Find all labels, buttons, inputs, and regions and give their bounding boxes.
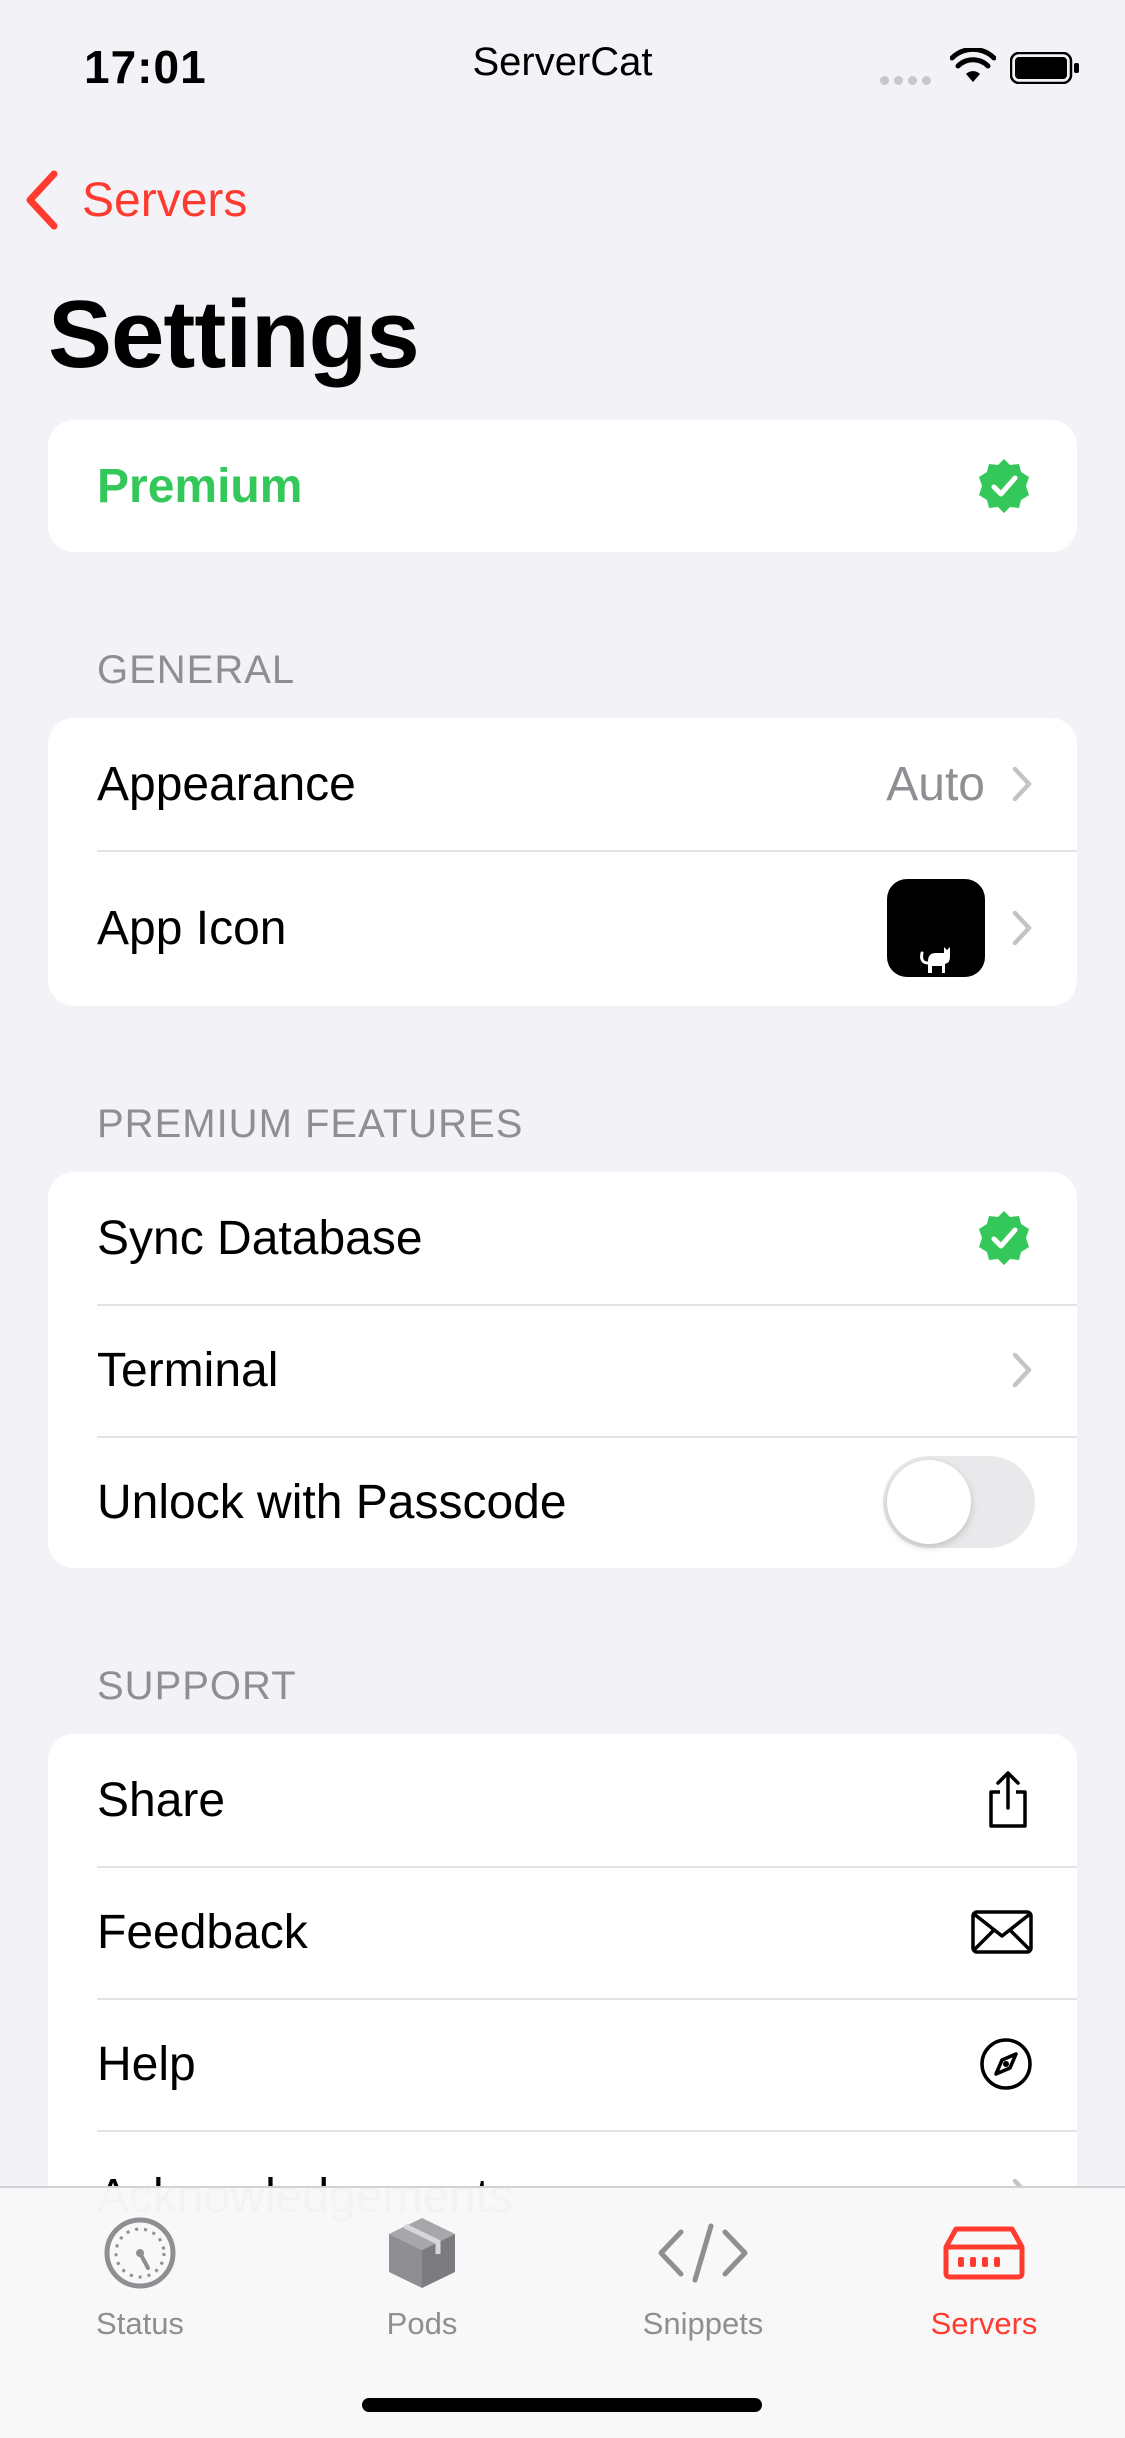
passcode-label: Unlock with Passcode: [97, 1475, 567, 1529]
appearance-value: Auto: [886, 757, 985, 811]
chevron-left-icon: [26, 170, 58, 230]
section-header-support: SUPPORT: [97, 1664, 297, 1708]
share-label: Share: [97, 1773, 226, 1827]
section-header-premium-features: PREMIUM FEATURES: [97, 1102, 524, 1146]
battery-icon: [1010, 52, 1079, 84]
help-row[interactable]: Help: [48, 1998, 1077, 2130]
support-card: Share Feedback Help Acknowledgement: [48, 1734, 1077, 2262]
cube-icon: [389, 2218, 455, 2288]
app-icon-preview: [887, 879, 985, 977]
envelope-icon: [971, 1910, 1033, 1954]
premium-features-card: Sync Database Terminal Unlock with Passc…: [48, 1172, 1077, 1568]
compass-icon: [980, 2038, 1032, 2090]
tab-snippets-label: Snippets: [642, 2306, 764, 2341]
tab-pods[interactable]: Pods: [322, 2208, 522, 2342]
back-button[interactable]: Servers: [24, 168, 247, 232]
general-card: Appearance Auto App Icon: [48, 718, 1077, 1006]
page-title: Settings: [48, 281, 420, 388]
feedback-label: Feedback: [97, 1905, 308, 1959]
share-row[interactable]: Share: [48, 1734, 1077, 1866]
section-header-general: GENERAL: [97, 648, 296, 692]
home-indicator: [362, 2398, 762, 2412]
cellular-signal-icon: [880, 72, 936, 90]
wifi-icon: [950, 48, 996, 82]
gauge-icon: [104, 2217, 176, 2289]
sync-database-row[interactable]: Sync Database: [48, 1172, 1077, 1304]
app-icon-row[interactable]: App Icon: [48, 850, 1077, 1006]
toggle-knob: [887, 1460, 971, 1544]
terminal-label: Terminal: [97, 1343, 279, 1397]
sync-database-label: Sync Database: [97, 1211, 423, 1265]
chevron-right-icon: [1012, 766, 1032, 802]
cat-icon: [920, 947, 950, 973]
tab-status[interactable]: Status: [40, 2208, 240, 2342]
tab-servers-label: Servers: [930, 2306, 1038, 2341]
back-label: Servers: [82, 173, 248, 227]
verified-badge-icon: [979, 1211, 1029, 1265]
help-label: Help: [97, 2037, 196, 2091]
feedback-row[interactable]: Feedback: [48, 1866, 1077, 1998]
premium-label: Premium: [97, 459, 303, 513]
premium-card[interactable]: Premium: [48, 420, 1077, 552]
server-icon: [943, 2226, 1025, 2280]
chevron-right-icon: [1012, 910, 1032, 946]
status-bar: 17:01 ServerCat: [0, 0, 1125, 140]
tab-status-label: Status: [96, 2306, 184, 2341]
terminal-row[interactable]: Terminal: [48, 1304, 1077, 1436]
code-icon: [658, 2223, 748, 2283]
tab-servers[interactable]: Servers: [884, 2208, 1084, 2342]
chevron-right-icon: [1012, 1352, 1032, 1388]
appearance-label: Appearance: [97, 757, 356, 811]
appearance-row[interactable]: Appearance Auto: [48, 718, 1077, 850]
verified-badge-icon: [979, 459, 1029, 513]
tab-snippets[interactable]: Snippets: [603, 2208, 803, 2342]
app-icon-label: App Icon: [97, 901, 287, 955]
share-icon: [989, 1771, 1027, 1828]
passcode-toggle[interactable]: [883, 1456, 1035, 1548]
passcode-row: Unlock with Passcode: [48, 1436, 1077, 1568]
tab-pods-label: Pods: [386, 2306, 458, 2341]
